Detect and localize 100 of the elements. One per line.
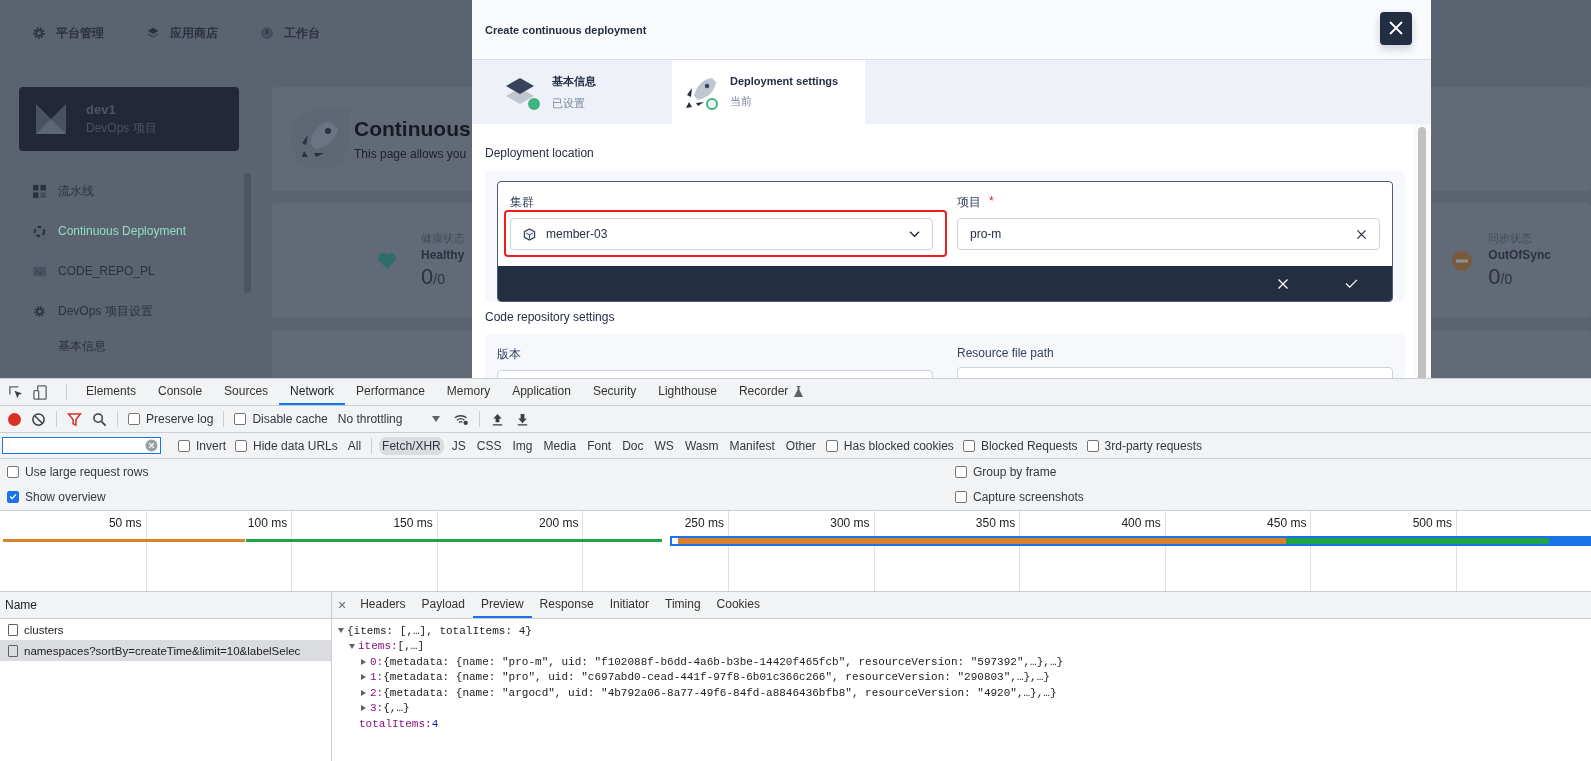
- preview-line: 3:{,…}: [370, 702, 410, 715]
- type-filter[interactable]: All: [344, 436, 365, 455]
- checkbox[interactable]: Hide data URLs: [235, 438, 338, 453]
- checkbox[interactable]: Preserve log: [128, 412, 214, 426]
- checkbox[interactable]: Group by frame: [955, 464, 1591, 479]
- time-tick: 300 ms: [829, 516, 870, 530]
- detail-tab[interactable]: Timing: [657, 592, 709, 618]
- step-tab[interactable]: Deployment settings 当前: [672, 60, 865, 124]
- step-status: 当前: [730, 94, 753, 109]
- flask-icon: [794, 385, 804, 397]
- devtools-tab[interactable]: Lighthouse: [647, 379, 728, 405]
- check-icon: [8, 491, 18, 502]
- preview-line: {items: [,…], totalItems: 4}: [347, 624, 532, 637]
- clear-icon[interactable]: [31, 411, 46, 427]
- sidebar-item[interactable]: Continuous Deployment: [19, 211, 224, 251]
- checkbox[interactable]: Capture screenshots: [955, 489, 1591, 504]
- filter-icon[interactable]: [67, 411, 82, 427]
- type-filter[interactable]: WS: [651, 436, 677, 455]
- type-filter[interactable]: Media: [540, 436, 580, 455]
- step-tab[interactable]: 基本信息 已设置: [472, 60, 672, 124]
- grid-icon: [33, 184, 46, 198]
- close-button[interactable]: [1380, 11, 1412, 45]
- devtools-tab[interactable]: Recorder: [727, 379, 815, 405]
- devtools-tab[interactable]: Console: [147, 379, 214, 405]
- section-heading: Code repository settings: [485, 310, 616, 324]
- preview-line: 0:{metadata: {name: "pro-m", uid: "f102088f-b6dd-4a6b-b3be-14420f465fcb", resourceVersion: "597392",…},…}: [370, 655, 1064, 668]
- checkbox[interactable]: Use large request rows: [7, 464, 955, 479]
- request-row[interactable]: namespaces?sortBy=createTime&limit=10&labelSelec: [0, 640, 331, 661]
- detail-tab[interactable]: Initiator: [601, 592, 657, 618]
- search-icon[interactable]: [92, 411, 107, 427]
- cube-icon: [523, 227, 536, 241]
- close-icon: [1388, 20, 1404, 36]
- status-value: OutOfSync: [1488, 248, 1551, 262]
- checkbox[interactable]: Blocked Requests: [962, 438, 1078, 453]
- minus-circle-icon: [1452, 250, 1473, 271]
- checkbox[interactable]: Show overview: [7, 489, 955, 504]
- step-title: Deployment settings: [730, 75, 839, 87]
- cluster-select[interactable]: member-03: [510, 218, 933, 250]
- type-filter[interactable]: Img: [509, 436, 536, 455]
- detail-tab[interactable]: Response: [531, 592, 602, 618]
- check-icon: [1345, 278, 1358, 289]
- type-filter[interactable]: Manifest: [726, 436, 778, 455]
- column-header[interactable]: Name: [0, 592, 331, 619]
- section-heading: Deployment location: [485, 146, 595, 160]
- devtools-tab[interactable]: Memory: [435, 379, 502, 405]
- terminal-icon: [33, 264, 46, 278]
- checkbox[interactable]: Disable cache: [234, 412, 328, 426]
- expand-toggle[interactable]: [361, 674, 366, 681]
- devtools-tab[interactable]: Application: [501, 379, 582, 405]
- time-tick: 100 ms: [246, 516, 288, 530]
- project-field[interactable]: pro-m: [957, 218, 1380, 250]
- status-count: 0/0: [421, 264, 446, 290]
- type-filter[interactable]: Fetch/XHR: [379, 436, 444, 455]
- type-filter[interactable]: Doc: [619, 436, 647, 455]
- type-filter[interactable]: Wasm: [681, 436, 722, 455]
- checkbox[interactable]: 3rd-party requests: [1086, 438, 1202, 453]
- time-tick: 50 ms: [107, 516, 142, 530]
- expand-toggle[interactable]: [361, 689, 366, 696]
- checkbox[interactable]: Has blocked cookies: [825, 438, 954, 453]
- devtools-tab[interactable]: Security: [581, 379, 648, 405]
- field-label: 项目: [957, 194, 981, 211]
- detail-tab[interactable]: Payload: [413, 592, 473, 618]
- detail-tab[interactable]: Headers: [352, 592, 414, 618]
- preview-line: items:[,…]: [358, 640, 424, 653]
- expand-toggle[interactable]: [361, 658, 366, 665]
- scrollbar[interactable]: [1418, 127, 1426, 378]
- request-row[interactable]: clusters: [0, 619, 331, 640]
- heart-icon: [377, 250, 397, 271]
- devtools-tab[interactable]: Sources: [213, 379, 280, 405]
- chevron-down-icon: [909, 230, 920, 238]
- filter-field[interactable]: [2, 437, 161, 454]
- expand-toggle[interactable]: [361, 705, 366, 712]
- time-tick: 250 ms: [683, 516, 724, 530]
- close-button[interactable]: ×: [338, 592, 353, 618]
- record-button[interactable]: [8, 412, 21, 426]
- field-label: 集群: [510, 194, 535, 211]
- preview-line: 1:{metadata: {name: "pro", uid: "c697abd0-cead-441f-97f8-6b01c366c266", resourceVersion: "290803",…},…}: [370, 671, 1050, 684]
- type-filter[interactable]: JS: [448, 436, 469, 455]
- gear-icon: [33, 304, 46, 318]
- page-subtitle: This page allows you: [354, 147, 468, 161]
- checkbox[interactable]: Invert: [178, 438, 226, 453]
- detail-tab[interactable]: Cookies: [708, 592, 768, 618]
- expand-toggle[interactable]: [349, 643, 355, 649]
- devtools-tab[interactable]: Elements: [75, 379, 148, 405]
- device-icon[interactable]: [33, 384, 48, 400]
- throttling-dropdown[interactable]: No throttling: [337, 412, 441, 426]
- type-filter[interactable]: Font: [584, 436, 615, 455]
- type-filter[interactable]: CSS: [473, 436, 505, 455]
- step-status: 已设置: [552, 95, 586, 111]
- devtools-tab[interactable]: Performance: [345, 379, 436, 405]
- time-tick: 450 ms: [1266, 516, 1307, 530]
- step-title: 基本信息: [552, 73, 596, 89]
- dialog-title: Create continuous deployment: [485, 23, 647, 36]
- dashboard-icon: [260, 26, 274, 40]
- expand-toggle[interactable]: [338, 628, 344, 634]
- clear-icon[interactable]: [1356, 228, 1367, 240]
- layers-icon: [146, 26, 160, 40]
- inspect-icon[interactable]: [8, 384, 23, 400]
- detail-tab[interactable]: Preview: [472, 592, 532, 618]
- type-filter[interactable]: Other: [782, 436, 819, 455]
